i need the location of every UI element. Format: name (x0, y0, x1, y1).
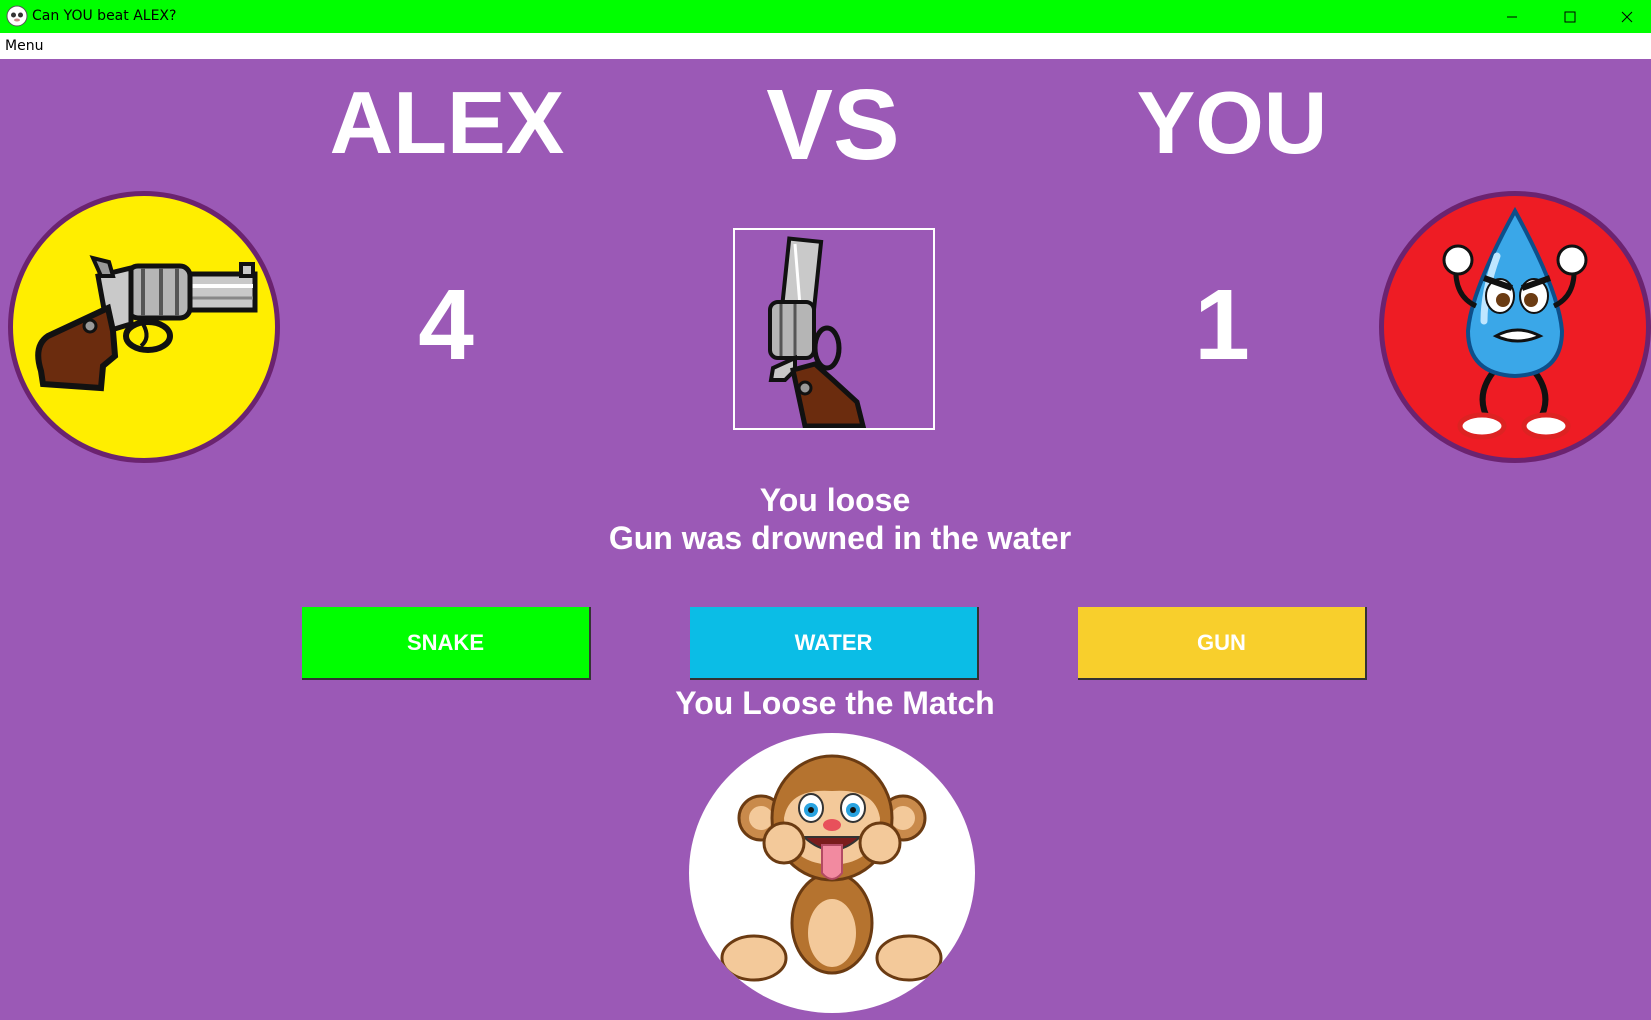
snake-button[interactable]: SNAKE (302, 607, 591, 680)
menu-bar: Menu (0, 33, 1651, 59)
maximize-button[interactable] (1541, 0, 1599, 33)
minimize-icon (1507, 16, 1517, 17)
you-heading: YOU (1136, 73, 1328, 172)
gun-button[interactable]: GUN (1078, 607, 1367, 680)
water-drop-icon (1442, 206, 1588, 440)
alex-choice-avatar (8, 191, 280, 463)
menu-item-menu[interactable]: Menu (5, 38, 43, 54)
round-result: You loose (759, 482, 911, 518)
close-icon (1621, 11, 1633, 22)
title-bar: Can YOU beat ALEX? (0, 0, 1651, 33)
match-result-image (689, 733, 975, 1013)
you-score: 1 (1194, 269, 1250, 381)
gun-icon (35, 255, 258, 392)
match-result: You Loose the Match (675, 685, 995, 721)
maximize-icon (1564, 11, 1576, 22)
alex-score: 4 (418, 269, 474, 381)
close-button[interactable] (1598, 0, 1651, 33)
alex-heading: ALEX (329, 73, 565, 172)
app-icon (6, 5, 28, 27)
water-button[interactable]: WATER (690, 607, 979, 680)
current-choice-image (733, 228, 935, 430)
versus-heading: VS (766, 69, 900, 181)
monkey-tongue-icon (720, 754, 943, 982)
gun-icon (768, 236, 867, 428)
minimize-button[interactable] (1483, 0, 1541, 33)
you-choice-avatar (1379, 191, 1651, 463)
window-title: Can YOU beat ALEX? (32, 8, 177, 24)
round-explanation: Gun was drowned in the water (608, 520, 1072, 556)
